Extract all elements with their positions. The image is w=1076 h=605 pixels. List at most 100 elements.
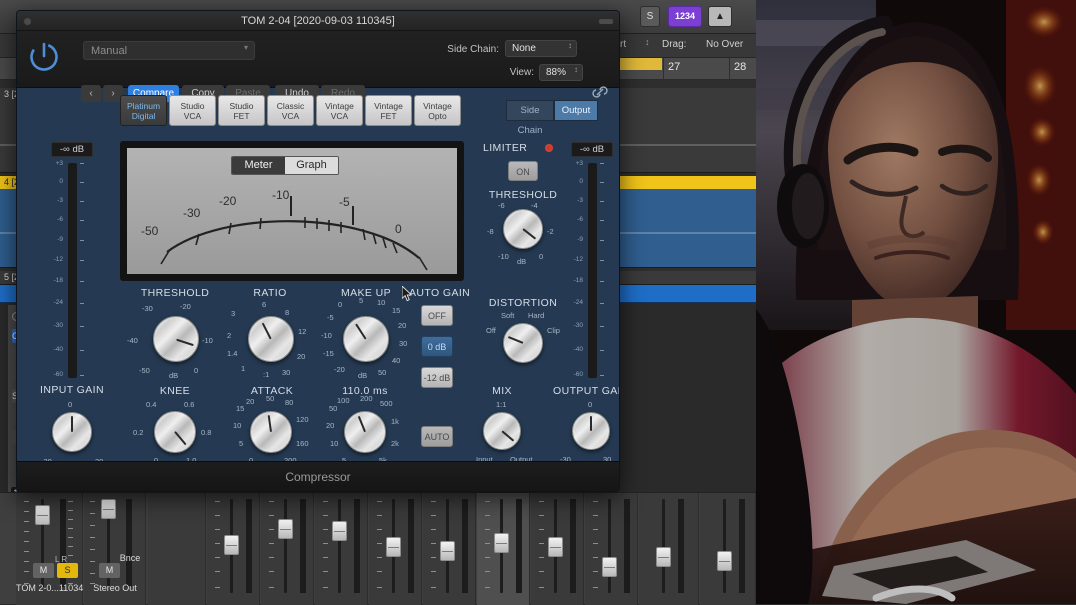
fader-strip[interactable] [148,493,206,605]
cycle-marker[interactable] [620,58,662,70]
makeup-tick-50: 50 [378,368,387,377]
power-button[interactable] [27,39,61,73]
model-line2: FET [233,111,250,121]
distortion-knob[interactable] [503,323,543,363]
fader-strip-tom[interactable]: L R M S TOM 2-0...110345] [16,493,83,605]
model-vintage-opto[interactable]: Vintage Opto [414,95,461,126]
threshold-tick--10: -10 [202,336,213,345]
fader-strip[interactable] [639,493,699,605]
fader-strip[interactable] [531,493,584,605]
compressor-plugin-window[interactable]: TOM 2-04 [2020-09-03 110345] Manual ▾ ‹ … [16,10,620,492]
volume-fader-handle[interactable] [35,505,50,525]
solo-button-tom[interactable]: S [57,563,78,578]
link-icon[interactable] [591,84,609,101]
fader-strip[interactable] [261,493,314,605]
threshold-label: THRESHOLD [140,287,210,299]
snap-stepper-icon[interactable]: ↕ [645,37,650,47]
makeup-tick--20: -20 [334,365,345,374]
resize-icon[interactable] [599,19,613,24]
fader-strip[interactable] [585,493,638,605]
meter-display-panel[interactable]: Meter Graph -50 -30 -20 -10 -5 0 [120,141,464,281]
lim-tick--6: -6 [498,201,505,210]
model-classic-vca[interactable]: Classic VCA [267,95,314,126]
volume-fader-handle[interactable] [332,521,347,541]
model-line2: FET [380,111,397,121]
attack-knob[interactable] [250,411,292,453]
model-vintage-fet[interactable]: Vintage FET [365,95,412,126]
vu-scale [160,196,428,271]
bounce-button[interactable]: Bnce [114,553,146,563]
limiter-threshold-knob[interactable] [503,209,543,249]
auto-gain-minus12db-button[interactable]: -12 dB [421,367,453,388]
toolbar-count-in-button[interactable]: 1234 [668,6,702,27]
ratio-knob[interactable] [248,316,294,362]
distortion-tick-clip: Clip [547,326,560,335]
volume-fader-handle[interactable] [101,499,116,519]
volume-fader-handle[interactable] [440,541,455,561]
threshold-knob[interactable] [153,316,199,362]
volume-fader-handle[interactable] [224,535,239,555]
output-gain-knob[interactable] [572,412,610,450]
fader-strip-selected[interactable] [477,493,530,605]
model-studio-vca[interactable]: Studio VCA [169,95,216,126]
volume-fader-handle[interactable] [717,551,732,571]
attack-tick-20: 20 [246,397,255,406]
auto-gain-off-button[interactable]: OFF [421,305,453,326]
make-up-knob[interactable] [343,316,389,362]
preset-value: Manual [91,45,128,57]
mix-knob[interactable] [483,412,521,450]
side-chain-select[interactable]: None ↕ [505,40,577,57]
input-gain-knob[interactable] [52,412,92,452]
mix-top-value: 1:1 [496,400,507,409]
volume-fader-handle[interactable] [656,547,671,567]
makeup-tick-20: 20 [398,321,407,330]
model-studio-fet[interactable]: Studio FET [218,95,265,126]
model-vintage-vca[interactable]: Vintage VCA [316,95,363,126]
volume-fader-handle[interactable] [494,533,509,553]
vu-tick--20: -20 [219,194,237,208]
ratio-tick-3: 3 [231,309,236,318]
ratio-tick-6: 6 [262,300,267,309]
side-chain-tab[interactable]: Side Chain [506,100,554,136]
lim-tick--8: -8 [487,227,494,236]
output-tab[interactable]: Output [554,100,598,121]
snap-value[interactable]: rt [620,39,626,50]
mix-label: MIX [492,385,512,397]
prev-preset-button[interactable]: ‹ [81,85,101,102]
drag-value[interactable]: No Over [706,39,743,50]
strip-name-stereo-out: Stereo Out [93,583,137,593]
output-gain-label: OUTPUT GAIN [553,385,619,397]
metronome-icon[interactable]: ▲ [708,6,732,27]
distortion-tick-off: Off [486,326,496,335]
volume-fader-handle[interactable] [602,557,617,577]
input-meter-readout: -∞ dB [51,142,93,157]
side-chain-label: Side Chain: [447,44,499,55]
knee-tick-0.6: 0.6 [184,400,195,409]
view-select[interactable]: 88% ↕ [539,64,583,81]
fader-strip[interactable] [369,493,422,605]
volume-fader-handle[interactable] [548,537,563,557]
threshold-tick--20: -20 [180,302,191,311]
fader-strip[interactable] [315,493,368,605]
mute-button-stereo-out[interactable]: M [99,563,120,578]
volume-fader-handle[interactable] [386,537,401,557]
threshold-tick-0: 0 [194,366,199,375]
knee-knob[interactable] [154,411,196,453]
preset-menu[interactable]: Manual ▾ [83,41,255,60]
release-knob[interactable] [344,411,386,453]
fader-strip-stereo-out[interactable]: Bnce M Stereo Out [84,493,146,605]
knee-tick-0.8: 0.8 [201,428,212,437]
plugin-footer-title: Compressor [17,461,619,491]
close-icon[interactable] [23,17,32,26]
fader-strip[interactable] [700,493,756,605]
fader-strip[interactable] [423,493,476,605]
limiter-on-button[interactable]: ON [508,161,538,181]
auto-button[interactable]: AUTO [421,426,453,447]
model-platinum-digital[interactable]: Platinum Digital [120,95,167,126]
toolbar-solo-button[interactable]: S [640,6,660,27]
fader-strip[interactable] [207,493,260,605]
mute-button-tom[interactable]: M [33,563,54,578]
vu-meter: Meter Graph -50 -30 -20 -10 -5 0 [127,148,457,274]
volume-fader-handle[interactable] [278,519,293,539]
auto-gain-0db-button[interactable]: 0 dB [421,336,453,357]
